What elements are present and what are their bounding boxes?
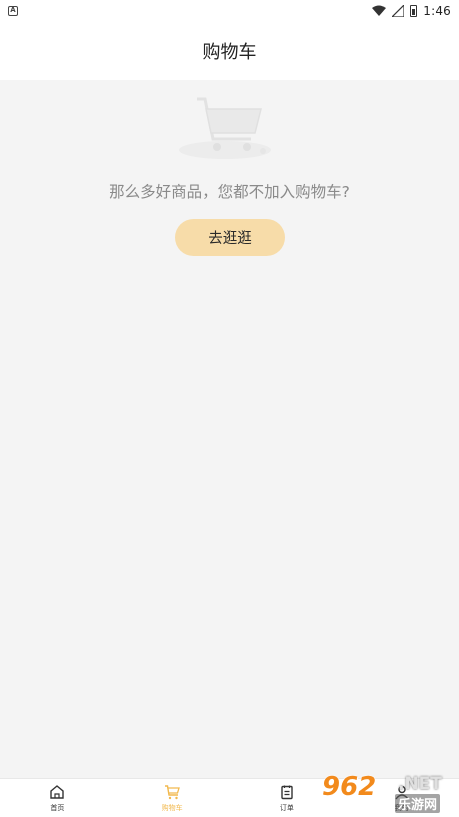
empty-cart-message: 那么多好商品，您都不加入购物车? — [109, 183, 350, 201]
a-notification-icon: A — [8, 6, 18, 16]
status-time: 1:46 — [423, 4, 451, 18]
header: 购物车 — [0, 22, 459, 80]
watermark-suffix: .NET — [398, 774, 442, 794]
nav-label-orders: 订单 — [279, 804, 294, 812]
status-right: 1:46 — [372, 4, 451, 18]
home-icon — [50, 785, 65, 799]
nav-item-cart[interactable]: 购物车 — [115, 779, 230, 817]
order-icon — [281, 785, 293, 800]
status-left: A — [8, 6, 18, 16]
battery-icon — [410, 5, 418, 17]
wifi-icon — [372, 5, 387, 16]
go-shopping-button[interactable]: 去逛逛 — [175, 219, 285, 256]
cart-icon — [165, 785, 180, 800]
nav-label-home: 首页 — [50, 804, 65, 812]
status-bar: A 1:46 — [0, 0, 459, 22]
site-watermark: 962 .NET 乐游网 — [320, 770, 457, 815]
page-title: 购物车 — [202, 42, 257, 63]
watermark-cn: 乐游网 — [395, 794, 441, 813]
watermark-number: 962 — [322, 772, 377, 802]
nav-item-home[interactable]: 首页 — [0, 779, 115, 817]
empty-cart-illustration — [179, 97, 271, 159]
nav-label-cart: 购物车 — [161, 804, 183, 812]
signal-icon — [392, 5, 405, 17]
